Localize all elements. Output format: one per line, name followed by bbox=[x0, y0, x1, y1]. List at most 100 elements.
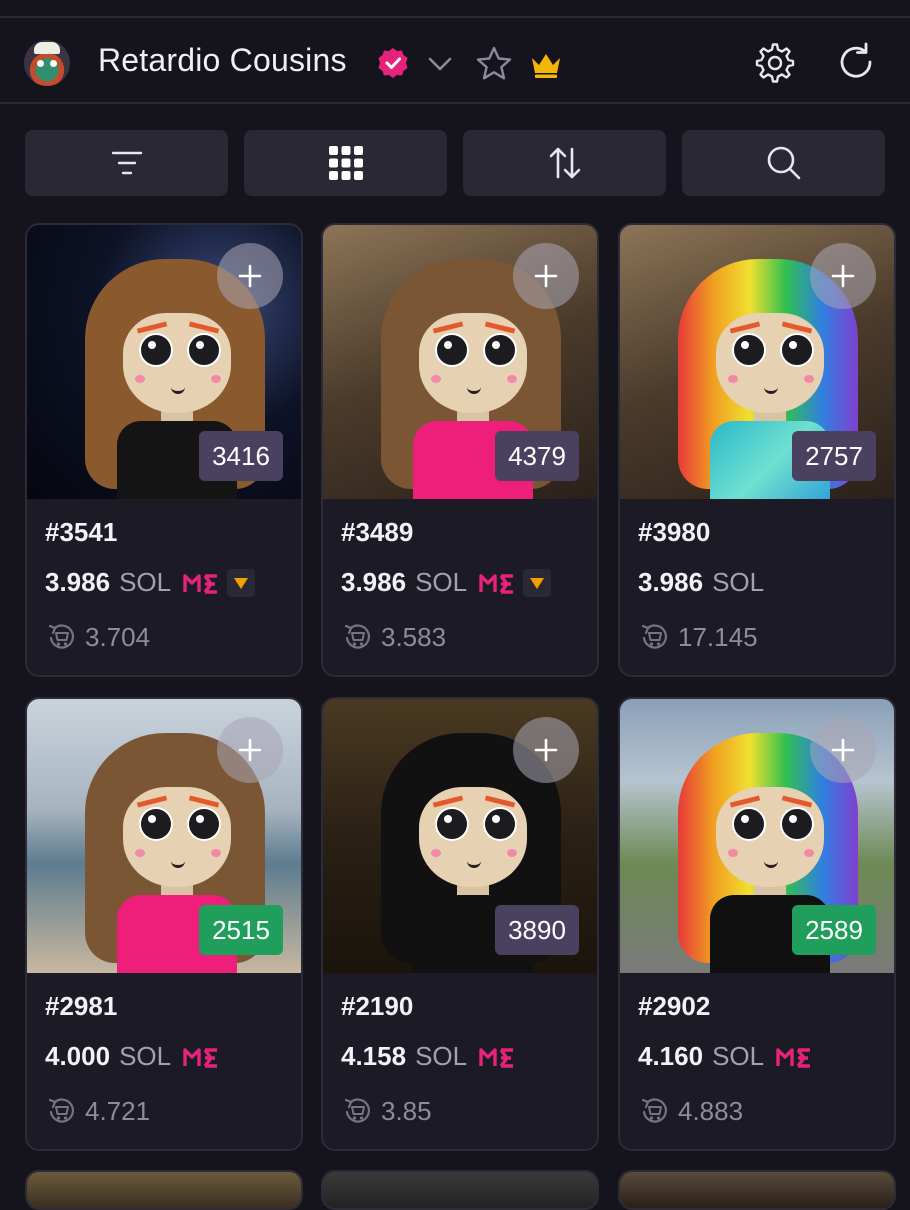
collection-title: Retardio Cousins bbox=[98, 42, 347, 78]
nft-card[interactable]: 4379 #3489 3.986 SOL 3.583 bbox=[321, 223, 599, 677]
nft-image[interactable]: 4379 bbox=[323, 225, 597, 499]
listing-price: 4.160 SOL bbox=[638, 1041, 814, 1072]
add-to-cart-button[interactable] bbox=[217, 717, 283, 783]
price-value: 4.000 bbox=[45, 1041, 111, 1071]
plus-icon bbox=[831, 264, 855, 288]
token-id: #3980 bbox=[638, 517, 711, 547]
price-drop-icon bbox=[227, 568, 256, 597]
collection-header: Retardio Cousins bbox=[0, 18, 910, 102]
listing-price: 4.000 SOL bbox=[45, 1041, 221, 1072]
last-sale-cart-icon bbox=[48, 1098, 74, 1123]
chevron-down-icon[interactable] bbox=[424, 48, 456, 80]
listing-price: 3.986 SOL bbox=[638, 567, 764, 598]
add-to-cart-button[interactable] bbox=[217, 243, 283, 309]
rarity-rank-badge: 3416 bbox=[199, 431, 283, 481]
price-value: 3.986 bbox=[638, 567, 704, 597]
price-currency: SOL bbox=[415, 567, 468, 597]
plus-icon bbox=[238, 738, 262, 762]
last-sale-price: 3.704 bbox=[85, 621, 151, 652]
nft-image[interactable]: 2757 bbox=[620, 225, 894, 499]
last-sale-cart-icon bbox=[344, 1098, 370, 1123]
last-sale: 3.85 bbox=[341, 1095, 432, 1127]
rarity-rank-badge: 2757 bbox=[792, 431, 876, 481]
last-sale: 17.145 bbox=[638, 621, 758, 653]
last-sale-cart-icon bbox=[48, 624, 74, 649]
last-sale-cart-icon bbox=[641, 624, 667, 649]
listing-price: 3.986 SOL bbox=[341, 567, 552, 598]
price-value: 3.986 bbox=[45, 567, 111, 597]
rarity-rank-badge: 3890 bbox=[495, 905, 579, 955]
last-sale-price: 4.721 bbox=[85, 1095, 151, 1126]
nft-image[interactable]: 3416 bbox=[27, 225, 301, 499]
gear-icon[interactable] bbox=[752, 40, 798, 86]
token-id: #3541 bbox=[45, 517, 118, 547]
grid-icon bbox=[328, 146, 363, 180]
nft-card-partial[interactable] bbox=[321, 1170, 599, 1210]
nft-card[interactable]: 2757 #3980 3.986 SOL 17.145 bbox=[618, 223, 896, 677]
plus-icon bbox=[238, 264, 262, 288]
filter-button[interactable] bbox=[25, 130, 228, 196]
plus-icon bbox=[534, 738, 558, 762]
search-button[interactable] bbox=[682, 130, 885, 196]
add-to-cart-button[interactable] bbox=[810, 243, 876, 309]
last-sale-price: 4.883 bbox=[678, 1095, 744, 1126]
nft-card[interactable]: 2589 #2902 4.160 SOL 4.883 bbox=[618, 697, 896, 1151]
price-currency: SOL bbox=[119, 1041, 172, 1071]
sort-icon bbox=[549, 147, 580, 179]
refresh-icon[interactable] bbox=[834, 40, 878, 84]
rarity-rank-badge: 2589 bbox=[792, 905, 876, 955]
rarity-rank-badge: 4379 bbox=[495, 431, 579, 481]
token-id: #2902 bbox=[638, 991, 711, 1021]
filter-icon bbox=[111, 151, 142, 175]
last-sale: 3.704 bbox=[45, 621, 150, 653]
verified-icon bbox=[378, 48, 408, 78]
add-to-cart-button[interactable] bbox=[810, 717, 876, 783]
nft-card-partial[interactable] bbox=[618, 1170, 896, 1210]
add-to-cart-button[interactable] bbox=[513, 717, 579, 783]
price-value: 3.986 bbox=[341, 567, 407, 597]
magic-eden-icon bbox=[183, 1047, 218, 1068]
last-sale: 4.721 bbox=[45, 1095, 150, 1127]
rarity-rank-badge: 2515 bbox=[199, 905, 283, 955]
nft-image[interactable]: 2589 bbox=[620, 699, 894, 973]
last-sale-cart-icon bbox=[641, 1098, 667, 1123]
nft-card[interactable]: 2515 #2981 4.000 SOL 4.721 bbox=[25, 697, 303, 1151]
token-id: #2981 bbox=[45, 991, 118, 1021]
token-id: #3489 bbox=[341, 517, 414, 547]
price-drop-icon bbox=[523, 568, 552, 597]
last-sale-price: 3.583 bbox=[381, 621, 447, 652]
listing-price: 3.986 SOL bbox=[45, 567, 256, 598]
last-sale: 3.583 bbox=[341, 621, 446, 653]
last-sale-price: 17.145 bbox=[678, 621, 758, 652]
magic-eden-icon bbox=[479, 573, 514, 594]
crown-icon bbox=[532, 54, 560, 78]
magic-eden-icon bbox=[776, 1047, 811, 1068]
add-to-cart-button[interactable] bbox=[513, 243, 579, 309]
sort-button[interactable] bbox=[463, 130, 666, 196]
last-sale-price: 3.85 bbox=[381, 1095, 432, 1126]
price-currency: SOL bbox=[712, 567, 765, 597]
last-sale: 4.883 bbox=[638, 1095, 743, 1127]
nft-card[interactable]: 3890 #2190 4.158 SOL 3.85 bbox=[321, 697, 599, 1151]
magic-eden-icon bbox=[479, 1047, 514, 1068]
price-currency: SOL bbox=[415, 1041, 468, 1071]
last-sale-cart-icon bbox=[344, 624, 370, 649]
plus-icon bbox=[534, 264, 558, 288]
nft-card[interactable]: 3416 #3541 3.986 SOL 3.704 bbox=[25, 223, 303, 677]
grid-view-button[interactable] bbox=[244, 130, 447, 196]
price-value: 4.160 bbox=[638, 1041, 704, 1071]
price-currency: SOL bbox=[712, 1041, 765, 1071]
star-icon[interactable] bbox=[474, 44, 514, 84]
collection-avatar[interactable] bbox=[24, 40, 70, 86]
nft-image[interactable]: 3890 bbox=[323, 699, 597, 973]
search-icon bbox=[767, 146, 800, 180]
nft-image[interactable]: 2515 bbox=[27, 699, 301, 973]
price-value: 4.158 bbox=[341, 1041, 407, 1071]
header-divider bbox=[0, 102, 910, 104]
nft-card-partial[interactable] bbox=[25, 1170, 303, 1210]
listing-price: 4.158 SOL bbox=[341, 1041, 517, 1072]
token-id: #2190 bbox=[341, 991, 414, 1021]
plus-icon bbox=[831, 738, 855, 762]
price-currency: SOL bbox=[119, 567, 172, 597]
magic-eden-icon bbox=[183, 573, 218, 594]
